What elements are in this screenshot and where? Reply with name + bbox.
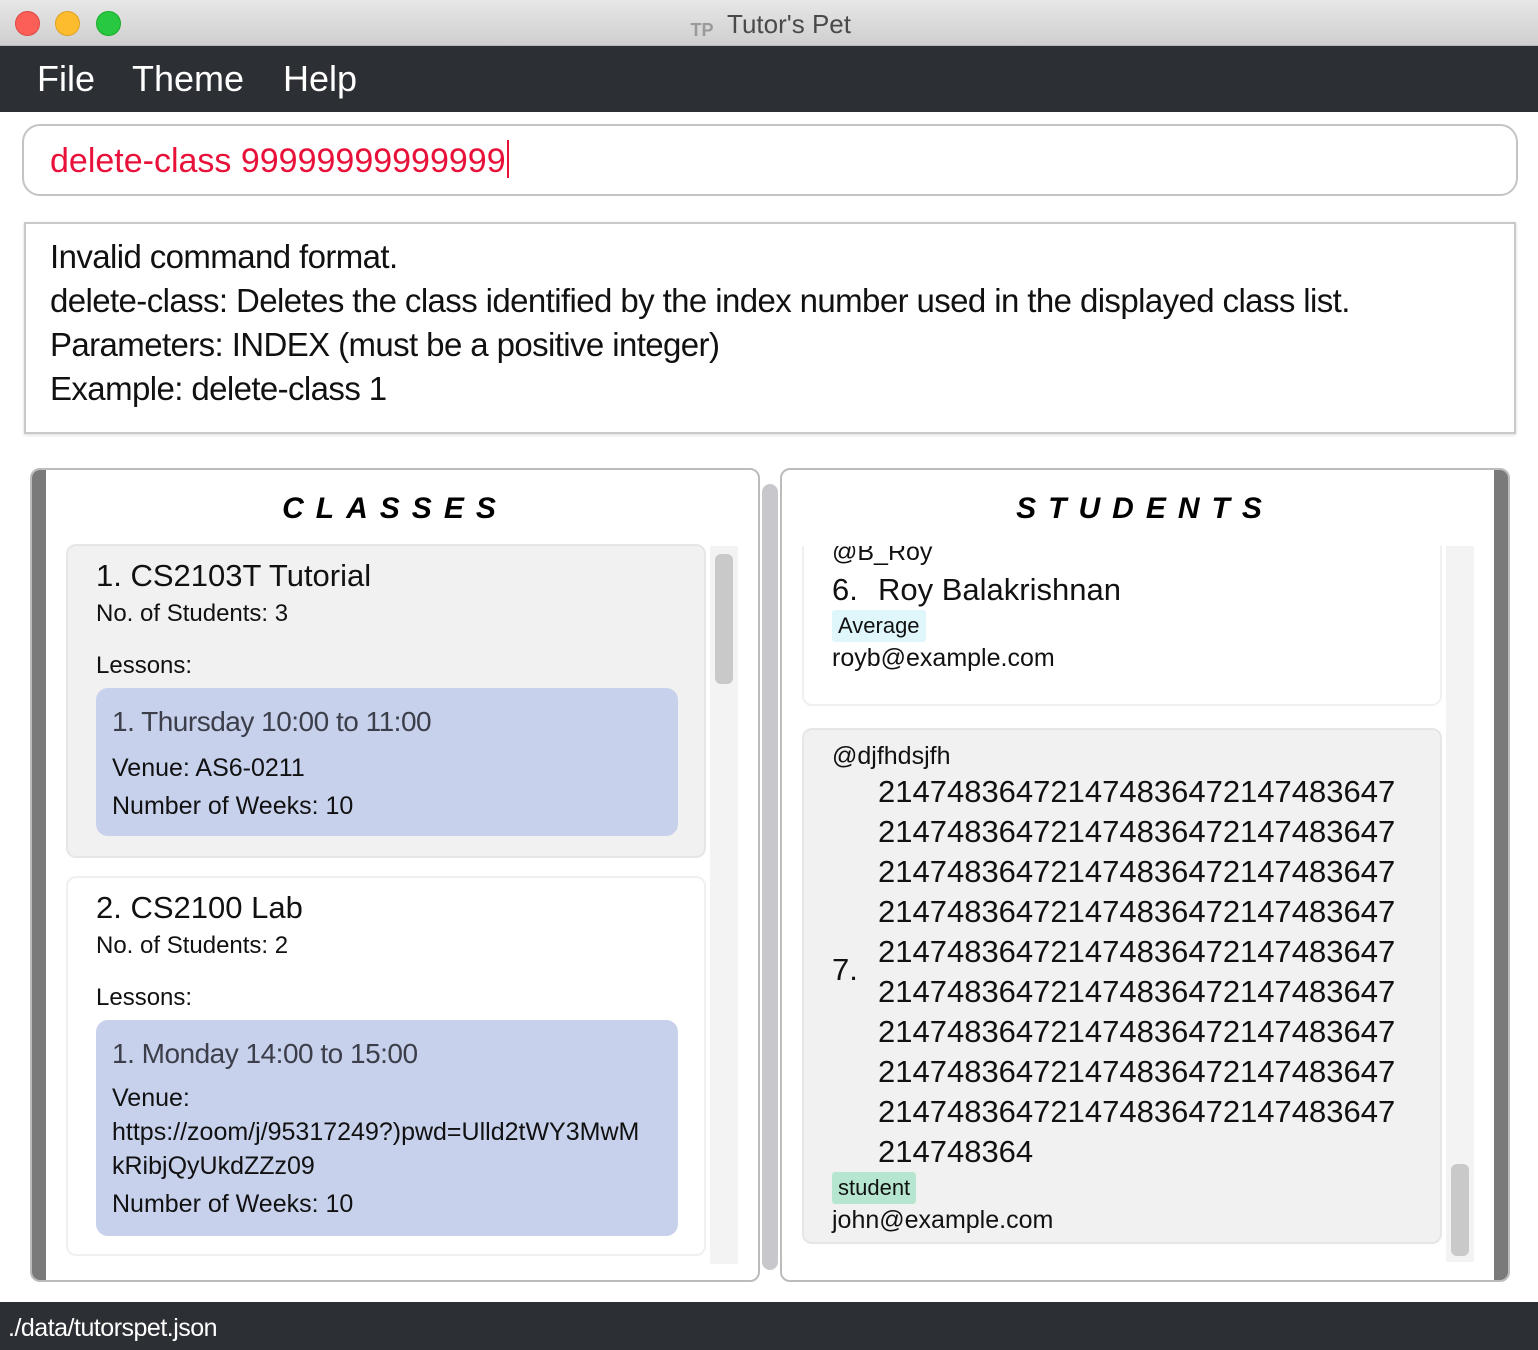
student-tag: Average [832, 610, 926, 642]
student-name-line: 214748364721474836472147483647 [878, 1014, 1396, 1049]
class-title: 1. CS2103T Tutorial [96, 558, 372, 593]
student-telegram: @B_Roy [832, 546, 933, 566]
lesson-time: 1. Monday 14:00 to 15:00 [112, 1038, 418, 1069]
lesson-weeks: Number of Weeks: 10 [112, 792, 354, 820]
student-card[interactable]: @B_Roy 6. Roy Balakrishnan Average royb@… [802, 546, 1442, 706]
student-email: royb@example.com [832, 644, 1055, 672]
lesson-venue-url: kRibjQyUkdZZz09 [112, 1152, 315, 1180]
text-caret [506, 140, 509, 178]
student-name-line: 214748364721474836472147483647 [878, 854, 1396, 889]
student-telegram: @djfhdsjfh [832, 742, 951, 770]
class-title: 2. CS2100 Lab [96, 890, 303, 925]
class-card[interactable]: 1. CS2103T Tutorial No. of Students: 3 L… [66, 544, 706, 858]
lessons-label: Lessons: [96, 652, 193, 679]
title-bar: TP Tutor's Pet [0, 0, 1538, 46]
lesson-card[interactable]: 1. Thursday 10:00 to 11:00 Venue: AS6-02… [96, 688, 678, 836]
status-bar: ./data/tutorspet.json [0, 1302, 1538, 1350]
student-tag: student [832, 1172, 917, 1204]
lesson-venue-url: https://zoom/j/95317249?)pwd=Ulld2tWY3Mw… [112, 1118, 640, 1146]
students-heading: STUDENTS [1016, 492, 1274, 525]
class-list[interactable]: 1. CS2103T Tutorial No. of Students: 3 L… [66, 544, 706, 1264]
result-line: Invalid command format. [50, 238, 398, 275]
classes-heading: CLASSES [282, 492, 508, 525]
panel-border-accent [1494, 470, 1508, 1280]
result-line: Parameters: INDEX (must be a positive in… [50, 326, 720, 363]
lesson-weeks: Number of Weeks: 10 [112, 1190, 354, 1218]
student-name: 214748364721474836472147483647 214748364… [878, 772, 1395, 1172]
class-card[interactable]: 2. CS2100 Lab No. of Students: 2 Lessons… [66, 876, 706, 1256]
student-list-scrollbar[interactable] [1446, 546, 1474, 1262]
student-name-line: 214748364721474836472147483647 [878, 1094, 1396, 1129]
panel-splitter[interactable] [762, 484, 778, 1270]
menu-help[interactable]: Help [283, 58, 357, 100]
student-index: 6. [832, 572, 858, 607]
class-student-count: No. of Students: 3 [96, 600, 289, 627]
student-name-line: 214748364721474836472147483647 [878, 774, 1396, 809]
classes-panel: CLASSES 1. CS2103T Tutorial No. of Stude… [30, 468, 760, 1282]
class-student-count: No. of Students: 2 [96, 932, 289, 959]
student-name-line: 214748364721474836472147483647 [878, 1054, 1396, 1089]
panel-border-accent [32, 470, 46, 1280]
app-icon: TP [690, 20, 714, 40]
student-name-line: 214748364721474836472147483647 [878, 894, 1396, 929]
student-name-line: 214748364721474836472147483647 [878, 814, 1396, 849]
scrollbar-thumb[interactable] [1451, 1164, 1469, 1256]
result-line: Example: delete-class 1 [50, 370, 387, 407]
window-title: TP Tutor's Pet [0, 9, 1538, 46]
student-name-line: 214748364721474836472147483647 [878, 934, 1396, 969]
student-name-line: 214748364721474836472147483647 [878, 974, 1396, 1009]
menu-file[interactable]: File [37, 58, 95, 100]
command-input[interactable]: delete-class 99999999999999 [22, 124, 1518, 196]
student-name-line: 214748364 [878, 1134, 1034, 1169]
student-name: Roy Balakrishnan [878, 572, 1121, 607]
student-card[interactable]: @djfhdsjfh 7. 21474836472147483647214748… [802, 728, 1442, 1244]
lesson-venue: Venue: AS6-0211 [112, 754, 305, 782]
student-list[interactable]: @B_Roy 6. Roy Balakrishnan Average royb@… [802, 546, 1444, 1262]
lessons-label: Lessons: [96, 984, 193, 1011]
data-file-path: ./data/tutorspet.json [8, 1314, 218, 1342]
result-line: delete-class: Deletes the class identifi… [50, 282, 1350, 319]
lesson-card[interactable]: 1. Monday 14:00 to 15:00 Venue: https://… [96, 1020, 678, 1236]
result-display: Invalid command format. delete-class: De… [24, 222, 1516, 434]
students-panel: STUDENTS @B_Roy 6. Roy Balakrishnan Aver… [780, 468, 1510, 1282]
window-title-text: Tutor's Pet [727, 9, 851, 39]
student-index: 7. [832, 952, 858, 987]
menu-theme[interactable]: Theme [132, 58, 244, 100]
lesson-venue-label: Venue: [112, 1084, 190, 1112]
student-email: john@example.com [832, 1206, 1054, 1234]
command-input-value: delete-class 99999999999999 [50, 142, 506, 180]
menu-bar: File Theme Help [0, 46, 1538, 112]
lesson-time: 1. Thursday 10:00 to 11:00 [112, 706, 432, 737]
scrollbar-thumb[interactable] [715, 554, 733, 684]
app-window: TP Tutor's Pet File Theme Help delete-cla… [0, 0, 1538, 1350]
class-list-scrollbar[interactable] [710, 546, 738, 1264]
